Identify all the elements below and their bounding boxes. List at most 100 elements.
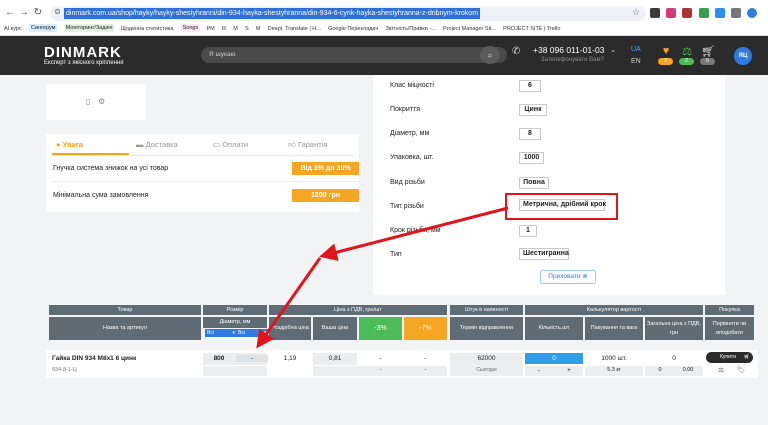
bookmark[interactable]: Google Перекладач [328, 23, 378, 35]
phone-thumb-icon[interactable]: ▯ [86, 97, 90, 106]
bookmark[interactable]: M [256, 23, 261, 35]
bookmark[interactable]: Звітність/Правки -... [385, 23, 435, 35]
reload-icon[interactable]: ↻ [32, 7, 44, 19]
bookmark[interactable]: Сингерум [28, 23, 58, 32]
size-cell-bg [203, 366, 267, 376]
bookmark[interactable]: PROJECT SITE | Trello [503, 23, 560, 35]
stock-note: Сьогодні [476, 367, 497, 373]
tab-divider [52, 155, 354, 156]
cart-badge: 0 [700, 58, 715, 65]
tab-delivery[interactable]: ▬ Доставка [136, 140, 178, 149]
weight-value: 5.3 кг [607, 367, 621, 373]
info-label: Мінімальна сума замовлення [53, 192, 149, 199]
extension-icon[interactable] [682, 8, 693, 18]
profile-icon[interactable] [747, 8, 758, 18]
bookmark[interactable]: PM [206, 23, 214, 35]
tab-payment[interactable]: ▭ Оплати [213, 140, 248, 149]
lang-en[interactable]: EN [631, 58, 641, 65]
bookmark[interactable]: AI курс [4, 23, 22, 35]
browser-chrome: ← → ↻ ⊜ dinmark.com.ua/shop/hayky/hayky-… [0, 0, 768, 36]
avatar[interactable]: ЯЦ [734, 47, 752, 65]
forward-icon[interactable]: → [18, 7, 30, 19]
extension-icon[interactable] [650, 8, 660, 18]
col-quantity: Кількість,шт [525, 317, 583, 340]
phone-number[interactable]: +38 096 011-01-03 [533, 45, 604, 55]
col-discount-3: -3% [359, 317, 402, 340]
bookmark[interactable]: Щоденна статистика [121, 23, 174, 35]
stock-value: 62000 [477, 355, 496, 362]
total-sub-value: 0 [658, 367, 662, 373]
bookmark[interactable]: M [233, 23, 238, 35]
buy-button[interactable]: Купити 🛒︎ [706, 352, 753, 363]
back-icon[interactable]: ← [4, 7, 16, 19]
col-group-calculator: Калькулятор вартості [525, 305, 703, 315]
extension-icon[interactable] [714, 8, 725, 18]
spec-label: Діаметр, мм [390, 130, 430, 137]
chevron-down-icon[interactable]: ⌄ [610, 46, 616, 54]
site-info-icon[interactable]: ⊜ [54, 7, 61, 16]
spec-label: Тип [390, 251, 402, 258]
col-total-price: Загальна ціна з ПДВ, грн [645, 317, 703, 340]
hide-button[interactable]: Приховати ⊗ [540, 270, 596, 284]
bookmark[interactable]: Songs [180, 23, 201, 32]
spec-label: Упаковка, шт. [390, 154, 434, 161]
min-order-badge: 1200 грн [292, 189, 359, 202]
gear-icon[interactable]: ⚙ [98, 97, 105, 106]
search-placeholder: Я шукаю [209, 51, 236, 58]
lang-ua[interactable]: UA [631, 46, 641, 53]
col-your-price: Ваша ціна [313, 317, 357, 340]
minus-button[interactable]: - [530, 367, 548, 374]
bookmark-star-icon[interactable]: ☆ [632, 7, 640, 18]
spec-value: Повна [519, 177, 549, 189]
product-name[interactable]: Гайка DIN 934 М8х1 6 цинк [52, 355, 136, 362]
bookmark[interactable]: S [245, 23, 249, 35]
compare-icon[interactable]: ⚖ [679, 45, 695, 58]
url-text[interactable]: dinmark.com.ua/shop/hayky/hayky-shestyhr… [64, 8, 481, 19]
tab-attention[interactable]: ● Увага [56, 140, 83, 149]
spec-value: 8 [519, 128, 541, 140]
col-retail-price: Роздрібна ціна [269, 317, 311, 340]
col-product: Назва та артикул [49, 317, 201, 340]
tab-guarantee[interactable]: 👍︎ Гарантія [288, 140, 327, 150]
bookmarks-bar: AI курс Сингерум Моніторинг/Задачі Щоден… [0, 23, 768, 35]
spec-value: Шестигранна [519, 248, 569, 260]
your-price-value: 0,81 [328, 355, 342, 362]
extensions-puzzle-icon[interactable] [731, 8, 742, 18]
address-bar[interactable]: ⊜ dinmark.com.ua/shop/hayky/hayky-shesty… [50, 6, 646, 21]
bookmark[interactable]: Project Manager Sit... [443, 23, 496, 35]
spec-label: Тип різьби [390, 203, 424, 210]
extension-icon[interactable] [666, 8, 677, 18]
callback-link[interactable]: Зателефонувати Вам? [541, 57, 604, 63]
phone-icon: ✆ [512, 46, 521, 57]
discount-7-sub: - [424, 367, 427, 373]
cart-icon: 🛒︎ [743, 354, 750, 360]
heart-icon[interactable]: ♥ [658, 45, 674, 57]
discount-3-sub: - [379, 367, 382, 373]
search-input[interactable]: Я шукаю [201, 47, 507, 63]
bookmark[interactable]: Моніторинг/Задачі [63, 23, 115, 32]
col-shipping-term: Термін відправлення [450, 317, 523, 340]
cart-icon[interactable]: 🛒︎ [700, 45, 716, 58]
quantity-input[interactable]: 0 [525, 353, 583, 364]
tag-icon[interactable]: 🏷︎ [736, 366, 746, 374]
spec-value: 6 [519, 80, 541, 92]
col-pack-weight: Пакування та вага [585, 317, 643, 340]
col-compare-like: Порівняти чи вподобати [705, 317, 754, 340]
site-logo[interactable]: DINMARK [44, 44, 122, 61]
discount-3-value: - [379, 355, 382, 362]
product-thumbnail-card: ▯ ⚙ [46, 84, 146, 120]
diameter-filter-select[interactable]: Всі ▾ [205, 329, 237, 337]
bookmark[interactable]: Deepl. Translate | Н... [268, 23, 321, 35]
compare-icon[interactable]: ⚖ [716, 366, 726, 374]
thumbs-up-icon: 👍︎ [288, 140, 296, 149]
close-circle-icon: ⊗ [582, 273, 588, 280]
favorites-badge: 2 [658, 58, 673, 65]
bookmark[interactable]: R [222, 23, 226, 35]
extensions-bar [650, 6, 761, 20]
step-filter-select[interactable]: Всі ▾ [236, 329, 268, 337]
discount-7-value: - [424, 355, 427, 362]
tab-label: Увага [62, 140, 83, 149]
plus-button[interactable]: + [560, 367, 578, 374]
search-icon[interactable]: ⌕ [480, 46, 500, 64]
extension-icon[interactable] [698, 8, 709, 18]
